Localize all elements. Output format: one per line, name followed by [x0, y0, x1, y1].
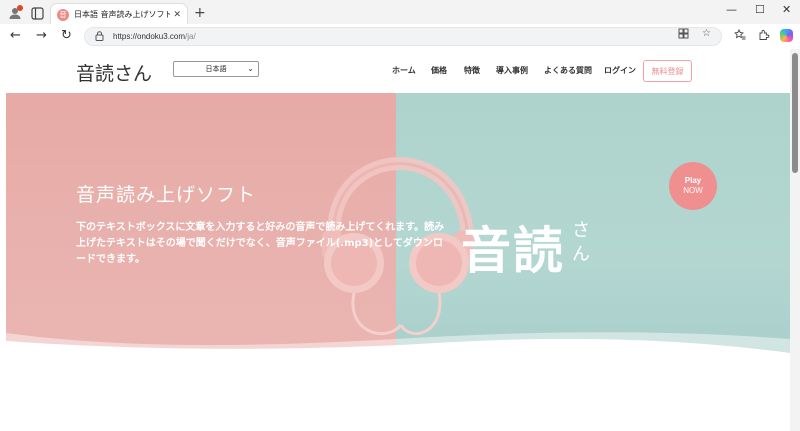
now-label: NOW: [683, 186, 703, 195]
browser-chrome: 音 日本語 音声読み上げソフト|音読さん ✕ + — ☐ ✕ ← → ↻ htt…: [0, 0, 800, 49]
url-text: https://ondoku3.com/ja/: [113, 32, 196, 41]
play-now-button[interactable]: Play NOW: [669, 162, 717, 210]
web-page: 音読さん 日本語 ⌄ ホーム 価格 特徴 導入事例 よくある質問 ログイン 無料…: [0, 49, 800, 431]
nav-case-studies[interactable]: 導入事例: [496, 65, 528, 76]
url-host: https://ondoku3.com: [113, 32, 186, 41]
url-path: /ja/: [185, 32, 196, 41]
close-icon[interactable]: ✕: [173, 10, 181, 20]
site-favicon-icon: 音: [57, 8, 69, 21]
signup-button[interactable]: 無料登録: [643, 60, 692, 82]
hero-wave-divider: [6, 332, 790, 373]
tab-bar: 音 日本語 音声読み上げソフト|音読さん ✕ + — ☐ ✕: [0, 0, 800, 25]
copilot-icon[interactable]: [780, 29, 793, 42]
address-bar[interactable]: https://ondoku3.com/ja/: [84, 27, 722, 46]
back-icon[interactable]: ←: [10, 28, 21, 44]
new-tab-icon[interactable]: +: [194, 5, 206, 21]
nav-features[interactable]: 特徴: [464, 65, 480, 76]
close-window-icon[interactable]: ✕: [782, 3, 791, 16]
forward-icon[interactable]: →: [36, 28, 47, 44]
page-scrollbar[interactable]: [790, 49, 800, 431]
chevron-down-icon: ⌄: [247, 64, 254, 73]
lock-icon[interactable]: [95, 30, 107, 43]
active-tab[interactable]: 音 日本語 音声読み上げソフト|音読さん ✕: [50, 3, 188, 25]
hero-brand-small: さん: [572, 220, 590, 265]
nav-faq[interactable]: よくある質問: [544, 65, 592, 76]
hero-brand-large: 音読: [461, 222, 565, 280]
language-select-value: 日本語: [205, 65, 227, 73]
tab-actions-icon[interactable]: [28, 4, 46, 22]
profile-icon[interactable]: [6, 4, 24, 22]
nav-login[interactable]: ログイン: [604, 65, 636, 76]
hero-description: 下のテキストボックスに文章を入力すると好みの音声で読み上げてくれます。読み上げた…: [76, 222, 445, 265]
site-logo[interactable]: 音読さん: [76, 59, 152, 86]
favorites-icon[interactable]: [734, 28, 746, 43]
extensions-icon[interactable]: [758, 29, 770, 44]
minimize-icon[interactable]: —: [726, 3, 737, 16]
maximize-icon[interactable]: ☐: [755, 3, 765, 16]
nav-home[interactable]: ホーム: [392, 65, 416, 76]
favorite-icon[interactable]: ☆: [702, 28, 711, 39]
play-label: Play: [684, 176, 702, 185]
hero-title: 音声読み上げソフト: [76, 184, 257, 206]
reload-icon[interactable]: ↻: [61, 28, 72, 44]
scrollbar-thumb[interactable]: [792, 53, 798, 173]
nav-pricing[interactable]: 価格: [431, 65, 447, 76]
address-toolbar: ← → ↻ https://ondoku3.com/ja/ ☆: [0, 24, 800, 49]
site-header: 音読さん 日本語 ⌄ ホーム 価格 特徴 導入事例 よくある質問 ログイン 無料…: [0, 49, 790, 93]
tab-title: 日本語 音声読み上げソフト|音読さん: [74, 10, 171, 19]
app-icon[interactable]: [678, 28, 689, 42]
hero-section: 音声読み上げソフト 下のテキストボックスに文章を入力すると好みの音声で読み上げて…: [6, 93, 790, 373]
language-select[interactable]: 日本語 ⌄: [173, 61, 259, 77]
